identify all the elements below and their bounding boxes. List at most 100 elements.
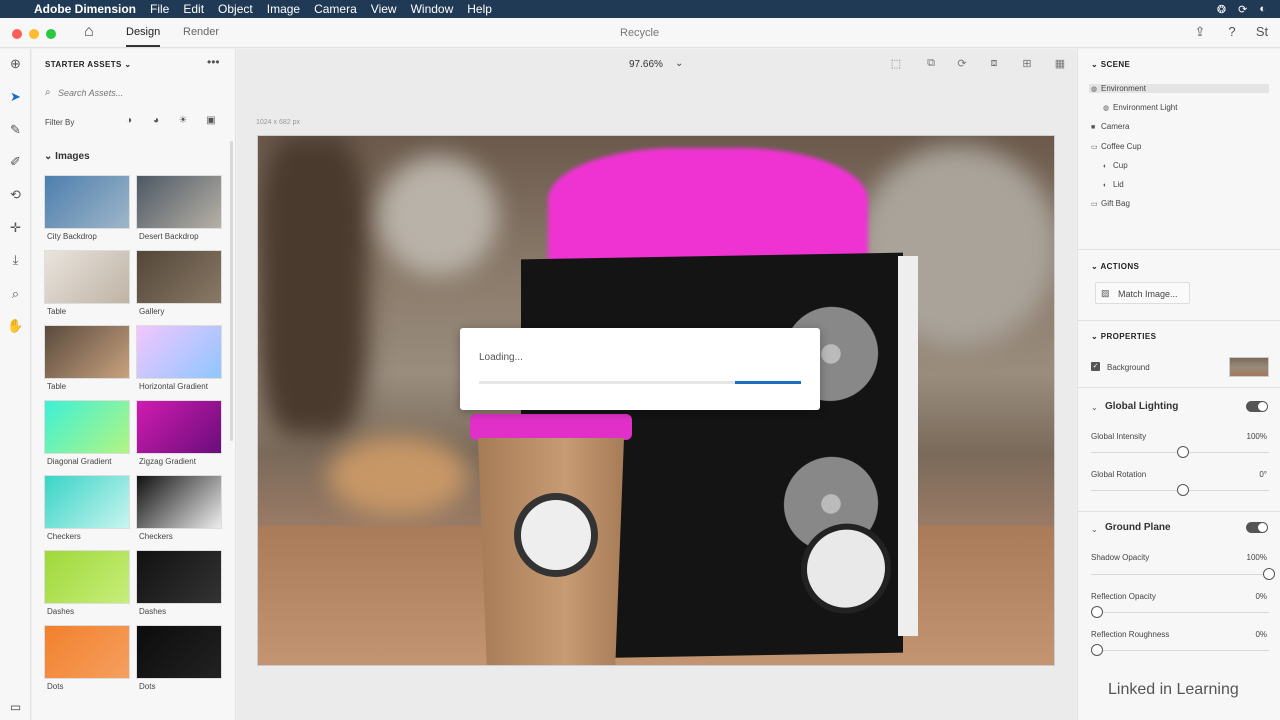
global-lighting-toggle[interactable] xyxy=(1246,401,1268,412)
tab-render[interactable]: Render xyxy=(183,26,219,38)
close-window-button[interactable] xyxy=(12,29,22,39)
shadow-opacity-knob[interactable] xyxy=(1263,568,1275,580)
magic-wand-icon[interactable]: ✎ xyxy=(0,119,31,141)
asset-item[interactable]: Checkers xyxy=(136,475,222,547)
menu-file[interactable]: File xyxy=(150,2,169,16)
asset-item[interactable]: Zigzag Gradient xyxy=(136,400,222,472)
scene-item[interactable]: ◍ Environment Light xyxy=(1103,103,1177,112)
asset-thumbnail[interactable] xyxy=(136,625,222,679)
minimize-window-button[interactable] xyxy=(29,29,39,39)
images-section-header[interactable]: ⌄ Images xyxy=(44,151,90,162)
home-icon[interactable]: ⌂ xyxy=(84,23,94,41)
actions-header[interactable]: ⌄ ACTIONS xyxy=(1091,262,1139,271)
add-icon[interactable]: ⊕ xyxy=(0,53,31,75)
help-icon[interactable]: ? xyxy=(1223,24,1241,42)
filter-models-icon[interactable]: ◑ xyxy=(122,115,136,129)
search-assets-input[interactable] xyxy=(58,85,218,101)
reflection-roughness-slider[interactable] xyxy=(1091,650,1269,651)
ground-plane-toggle[interactable] xyxy=(1246,522,1268,533)
global-intensity-knob[interactable] xyxy=(1177,446,1189,458)
global-rotation-knob[interactable] xyxy=(1177,484,1189,496)
asset-item[interactable]: Dots xyxy=(44,625,130,697)
render-preview-icon[interactable]: ▦ xyxy=(1052,57,1068,73)
asset-item[interactable]: Gallery xyxy=(136,250,222,322)
asset-thumbnail[interactable] xyxy=(44,625,130,679)
filter-images-icon[interactable]: ▣ xyxy=(204,115,218,129)
asset-thumbnail[interactable] xyxy=(136,400,222,454)
chevron-down-icon[interactable]: ⌄ xyxy=(1091,525,1098,534)
app-name-menu[interactable]: Adobe Dimension xyxy=(34,2,136,16)
align-icon[interactable]: ⧉ xyxy=(923,57,939,73)
match-image-button[interactable]: ▨ Match Image... xyxy=(1095,282,1190,304)
zoom-tool-icon[interactable]: ⌕ xyxy=(0,283,31,305)
reflection-roughness-knob[interactable] xyxy=(1091,644,1103,656)
assets-scrollbar[interactable] xyxy=(230,141,233,441)
panel-toggle-icon[interactable]: ▭ xyxy=(0,694,31,720)
share-icon[interactable]: ⇪ xyxy=(1191,24,1209,42)
frame-icon[interactable]: ⬚ xyxy=(888,57,904,73)
chevron-down-icon[interactable]: ⌄ xyxy=(675,58,683,69)
reflection-opacity-value[interactable]: 0% xyxy=(1255,592,1267,601)
scene-header[interactable]: ⌄ SCENE xyxy=(1091,60,1130,69)
status-icon[interactable]: ◐ xyxy=(1259,3,1266,16)
reflection-opacity-knob[interactable] xyxy=(1091,606,1103,618)
menu-camera[interactable]: Camera xyxy=(314,2,357,16)
transform-icon[interactable]: ⧈ xyxy=(986,57,1002,73)
asset-item[interactable]: Dashes xyxy=(136,550,222,622)
asset-thumbnail[interactable] xyxy=(136,550,222,604)
select-tool-icon[interactable]: ➤ xyxy=(0,86,31,108)
rotate-icon[interactable]: ⟳ xyxy=(954,57,970,73)
background-checkbox[interactable]: ✓ xyxy=(1091,362,1100,371)
sample-material-icon[interactable]: ✐ xyxy=(0,151,31,173)
scene-item[interactable]: ■ Camera xyxy=(1091,122,1129,131)
sync-icon[interactable]: ⟳ xyxy=(1238,3,1247,16)
zoom-level[interactable]: 97.66% xyxy=(629,59,663,70)
asset-item[interactable]: Dashes xyxy=(44,550,130,622)
reflection-roughness-value[interactable]: 0% xyxy=(1255,630,1267,639)
scene-item[interactable]: ◍ Environment xyxy=(1089,84,1269,93)
menu-object[interactable]: Object xyxy=(218,2,253,16)
menu-help[interactable]: Help xyxy=(467,2,492,16)
asset-thumbnail[interactable] xyxy=(136,325,222,379)
creative-cloud-icon[interactable]: ❂ xyxy=(1217,3,1226,16)
scene-item[interactable]: ◐ Cup xyxy=(1103,161,1128,170)
background-thumbnail[interactable] xyxy=(1229,357,1269,377)
asset-thumbnail[interactable] xyxy=(44,175,130,229)
asset-thumbnail[interactable] xyxy=(44,475,130,529)
asset-thumbnail[interactable] xyxy=(44,550,130,604)
menu-view[interactable]: View xyxy=(371,2,397,16)
ground-plane-header[interactable]: Ground Plane xyxy=(1105,522,1171,533)
scene-item[interactable]: ▭ Gift Bag xyxy=(1091,199,1130,208)
asset-thumbnail[interactable] xyxy=(136,250,222,304)
reflection-opacity-slider[interactable] xyxy=(1091,612,1269,613)
global-lighting-header[interactable]: Global Lighting xyxy=(1105,401,1178,412)
asset-item[interactable]: Checkers xyxy=(44,475,130,547)
scene-item[interactable]: ▭ Coffee Cup xyxy=(1091,142,1141,151)
menu-edit[interactable]: Edit xyxy=(183,2,204,16)
menu-image[interactable]: Image xyxy=(267,2,300,16)
zoom-window-button[interactable] xyxy=(46,29,56,39)
asset-item[interactable]: City Backdrop xyxy=(44,175,130,247)
menu-window[interactable]: Window xyxy=(411,2,454,16)
drop-to-ground-icon[interactable]: ⤓ xyxy=(0,249,31,271)
global-intensity-value[interactable]: 100% xyxy=(1247,432,1267,441)
scene-item[interactable]: ◐ Lid xyxy=(1103,180,1124,189)
asset-thumbnail[interactable] xyxy=(136,475,222,529)
hand-tool-icon[interactable]: ✋ xyxy=(0,315,31,337)
move-tool-icon[interactable]: ✛ xyxy=(0,217,31,239)
asset-thumbnail[interactable] xyxy=(44,250,130,304)
starter-assets-header[interactable]: STARTER ASSETS ⌄ xyxy=(45,60,131,69)
filter-materials-icon[interactable]: ◕ xyxy=(149,115,163,129)
asset-item[interactable]: Diagonal Gradient xyxy=(44,400,130,472)
properties-header[interactable]: ⌄ PROPERTIES xyxy=(1091,332,1156,341)
orbit-tool-icon[interactable]: ⟲ xyxy=(0,184,31,206)
asset-thumbnail[interactable] xyxy=(44,325,130,379)
asset-thumbnail[interactable] xyxy=(44,400,130,454)
asset-item[interactable]: Desert Backdrop xyxy=(136,175,222,247)
global-rotation-value[interactable]: 0° xyxy=(1259,470,1267,479)
shadow-opacity-value[interactable]: 100% xyxy=(1247,553,1267,562)
adobe-stock-icon[interactable]: St xyxy=(1253,24,1271,42)
asset-item[interactable]: Table xyxy=(44,250,130,322)
asset-thumbnail[interactable] xyxy=(136,175,222,229)
asset-item[interactable]: Dots xyxy=(136,625,222,697)
